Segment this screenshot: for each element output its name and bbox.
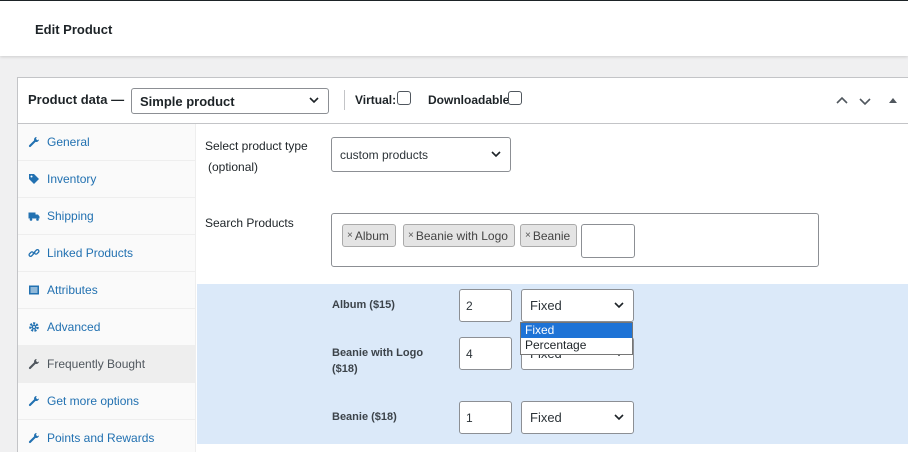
product-type-value: Simple product bbox=[140, 93, 235, 109]
tab-label: Frequently Bought bbox=[47, 357, 146, 371]
chevron-down-icon[interactable] bbox=[858, 94, 872, 108]
tab-label: Linked Products bbox=[47, 246, 134, 260]
product-tag[interactable]: × Beanie bbox=[520, 224, 578, 247]
link-icon bbox=[28, 249, 40, 257]
custom-products-select[interactable]: custom products bbox=[331, 137, 511, 172]
tab-advanced[interactable]: Advanced bbox=[18, 309, 196, 346]
remove-tag-icon[interactable]: × bbox=[525, 230, 531, 241]
discount-type-select[interactable]: Fixed bbox=[521, 289, 634, 322]
tag-label: Beanie bbox=[532, 228, 571, 243]
tab-shipping[interactable]: Shipping bbox=[18, 198, 196, 235]
product-data-header: Product data — Simple product Virtual: D… bbox=[18, 78, 908, 124]
top-bar: Edit Product bbox=[0, 0, 908, 56]
truck-icon bbox=[28, 212, 40, 221]
tab-label: Inventory bbox=[47, 172, 97, 186]
quantity-input[interactable]: 2 bbox=[459, 289, 512, 322]
bundle-products-area: Album ($15) 2 Fixed Beanie with Logo ($1… bbox=[197, 284, 908, 444]
product-data-label: Product data — bbox=[28, 92, 125, 107]
chevron-down-icon bbox=[491, 150, 501, 157]
discount-type-options: Fixed Percentage bbox=[520, 322, 633, 355]
select-type-label-line2: (optional) bbox=[208, 160, 259, 174]
product-tag[interactable]: × Beanie with Logo bbox=[403, 224, 515, 247]
discount-type-value: Fixed bbox=[530, 298, 562, 313]
wrench-icon bbox=[28, 396, 39, 407]
chevron-down-icon bbox=[614, 301, 624, 308]
product-data-panel: Product data — Simple product Virtual: D… bbox=[17, 77, 908, 452]
search-products-field[interactable]: × Album × Beanie with Logo × Beanie bbox=[331, 213, 819, 267]
wrench-icon bbox=[28, 433, 39, 444]
chevron-up-icon[interactable] bbox=[835, 94, 849, 108]
gear-icon bbox=[29, 322, 39, 332]
product-type-select[interactable]: Simple product bbox=[131, 88, 329, 114]
tag-icon bbox=[29, 174, 39, 184]
quantity-input[interactable]: 1 bbox=[459, 401, 512, 434]
tab-attributes[interactable]: Attributes bbox=[18, 272, 196, 309]
collapse-arrow-icon[interactable] bbox=[886, 94, 900, 108]
search-products-label: Search Products bbox=[205, 216, 294, 230]
product-name: Album ($15) bbox=[332, 299, 395, 311]
product-tag[interactable]: × Album bbox=[342, 224, 396, 247]
product-name: Beanie ($18) bbox=[332, 411, 397, 423]
tag-search-input[interactable] bbox=[581, 224, 635, 258]
remove-tag-icon[interactable]: × bbox=[347, 230, 353, 241]
downloadable-label: Downloadable: bbox=[428, 93, 514, 107]
page-title: Edit Product bbox=[35, 22, 113, 37]
tab-get-more-options[interactable]: Get more options bbox=[18, 383, 196, 420]
remove-tag-icon[interactable]: × bbox=[408, 230, 414, 241]
quantity-input[interactable]: 4 bbox=[459, 337, 512, 370]
tab-linked-products[interactable]: Linked Products bbox=[18, 235, 196, 272]
downloadable-checkbox[interactable] bbox=[508, 91, 522, 105]
virtual-label: Virtual: bbox=[355, 93, 397, 107]
option-percentage[interactable]: Percentage bbox=[521, 338, 632, 353]
discount-type-value: Fixed bbox=[530, 410, 562, 425]
select-type-label-line1: Select product type bbox=[205, 139, 308, 153]
chevron-down-icon bbox=[614, 413, 624, 420]
option-fixed[interactable]: Fixed bbox=[521, 323, 632, 338]
tab-general[interactable]: General bbox=[18, 124, 196, 161]
frequently-bought-content: Select product type (optional) custom pr… bbox=[197, 124, 908, 452]
tag-label: Album bbox=[354, 228, 389, 243]
tab-label: General bbox=[47, 135, 90, 149]
tab-frequently-bought[interactable]: Frequently Bought bbox=[18, 346, 196, 383]
product-name-line2: ($18) bbox=[332, 363, 358, 375]
virtual-checkbox[interactable] bbox=[397, 91, 411, 105]
wrench-icon bbox=[28, 359, 39, 370]
header-divider bbox=[344, 90, 345, 110]
tag-label: Beanie with Logo bbox=[415, 228, 508, 243]
wrench-icon bbox=[28, 137, 39, 148]
list-icon bbox=[29, 285, 39, 295]
tab-inventory[interactable]: Inventory bbox=[18, 161, 196, 198]
tab-label: Advanced bbox=[47, 320, 101, 334]
custom-products-value: custom products bbox=[340, 147, 429, 162]
tab-label: Get more options bbox=[47, 394, 140, 408]
tab-label: Shipping bbox=[47, 209, 94, 223]
tab-label: Points and Rewards bbox=[47, 431, 155, 445]
product-data-tabs: General Inventory Shipping Linked Produc… bbox=[18, 124, 196, 452]
product-name: Beanie with Logo bbox=[332, 347, 424, 359]
tab-label: Attributes bbox=[47, 283, 98, 297]
chevron-down-icon bbox=[309, 97, 319, 104]
discount-type-select[interactable]: Fixed bbox=[521, 401, 634, 434]
tab-points-and-rewards[interactable]: Points and Rewards bbox=[18, 420, 196, 452]
